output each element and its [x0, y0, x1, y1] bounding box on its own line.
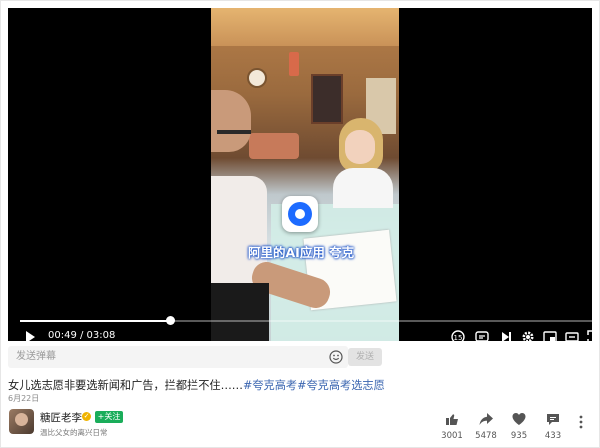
video-scene-man-glasses [217, 130, 251, 134]
emoji-icon[interactable] [329, 350, 343, 364]
author-avatar[interactable] [9, 409, 34, 434]
svg-text:15: 15 [454, 334, 463, 341]
hashtag-link[interactable]: #夸克高考选志愿 [297, 379, 385, 392]
send-danmaku-button[interactable]: 发送 [348, 348, 382, 366]
share-button[interactable]: 5478 [469, 411, 503, 441]
comment-count: 433 [544, 431, 562, 441]
comment-icon [545, 411, 561, 427]
publish-date: 6月22日 [8, 394, 40, 403]
player-controls: 00:49 / 03:08 15 [16, 326, 592, 341]
video-scene-girl-face [345, 130, 375, 164]
video-scene-lamp [289, 52, 299, 76]
fullscreen-icon[interactable] [586, 329, 592, 341]
progress-handle[interactable] [165, 316, 175, 325]
share-count: 5478 [475, 431, 497, 441]
comment-button[interactable]: 433 [536, 411, 570, 441]
video-title: 女儿选志愿非要选新闻和广告，拦都拦不住……#夸克高考#夸克高考选志愿 [8, 377, 385, 393]
video-scene-man-head [211, 90, 251, 152]
danmaku-input[interactable]: 发送弹幕 [8, 346, 348, 368]
time-display: 00:49 / 03:08 [48, 330, 116, 341]
quark-logo-icon [282, 196, 318, 232]
play-icon[interactable] [26, 331, 35, 341]
verified-badge-icon: ✓ [82, 412, 91, 421]
video-player[interactable]: 阿里的AI应用 夸克 00:49 / 03:08 15 [8, 8, 592, 341]
widescreen-icon[interactable] [564, 329, 580, 341]
video-title-text: 女儿选志愿非要选新闻和广告，拦都拦不住…… [8, 379, 243, 392]
like-count: 3001 [441, 431, 463, 441]
progress-fill [20, 320, 170, 322]
hashtag-link[interactable]: #夸克高考 [243, 379, 297, 392]
heart-icon [511, 411, 527, 427]
author-subtitle: 温比父女的离兴日常 [40, 428, 108, 437]
share-arrow-icon [478, 411, 494, 427]
video-frame[interactable] [211, 8, 399, 341]
replay-speed-icon[interactable]: 15 [450, 329, 466, 341]
video-scene-ceiling [211, 8, 399, 46]
settings-icon[interactable] [520, 329, 536, 341]
like-button[interactable]: 3001 [435, 411, 469, 441]
video-scene-girl-body [333, 168, 393, 208]
pip-icon[interactable] [542, 329, 558, 341]
video-scene-clock [247, 68, 267, 88]
author-name[interactable]: 糖匠老李 [40, 410, 82, 425]
video-caption: 阿里的AI应用 夸克 [248, 245, 355, 260]
thumbs-up-icon [444, 411, 460, 427]
favorite-count: 935 [510, 431, 528, 441]
more-options-icon[interactable] [576, 414, 586, 430]
video-scene-window [311, 74, 343, 124]
video-scene-sofa [249, 133, 299, 159]
progress-bar[interactable] [20, 316, 592, 325]
favorite-button[interactable]: 935 [502, 411, 536, 441]
next-icon[interactable] [498, 329, 514, 341]
follow-button[interactable]: +关注 [95, 411, 123, 423]
danmaku-icon[interactable] [474, 329, 490, 341]
